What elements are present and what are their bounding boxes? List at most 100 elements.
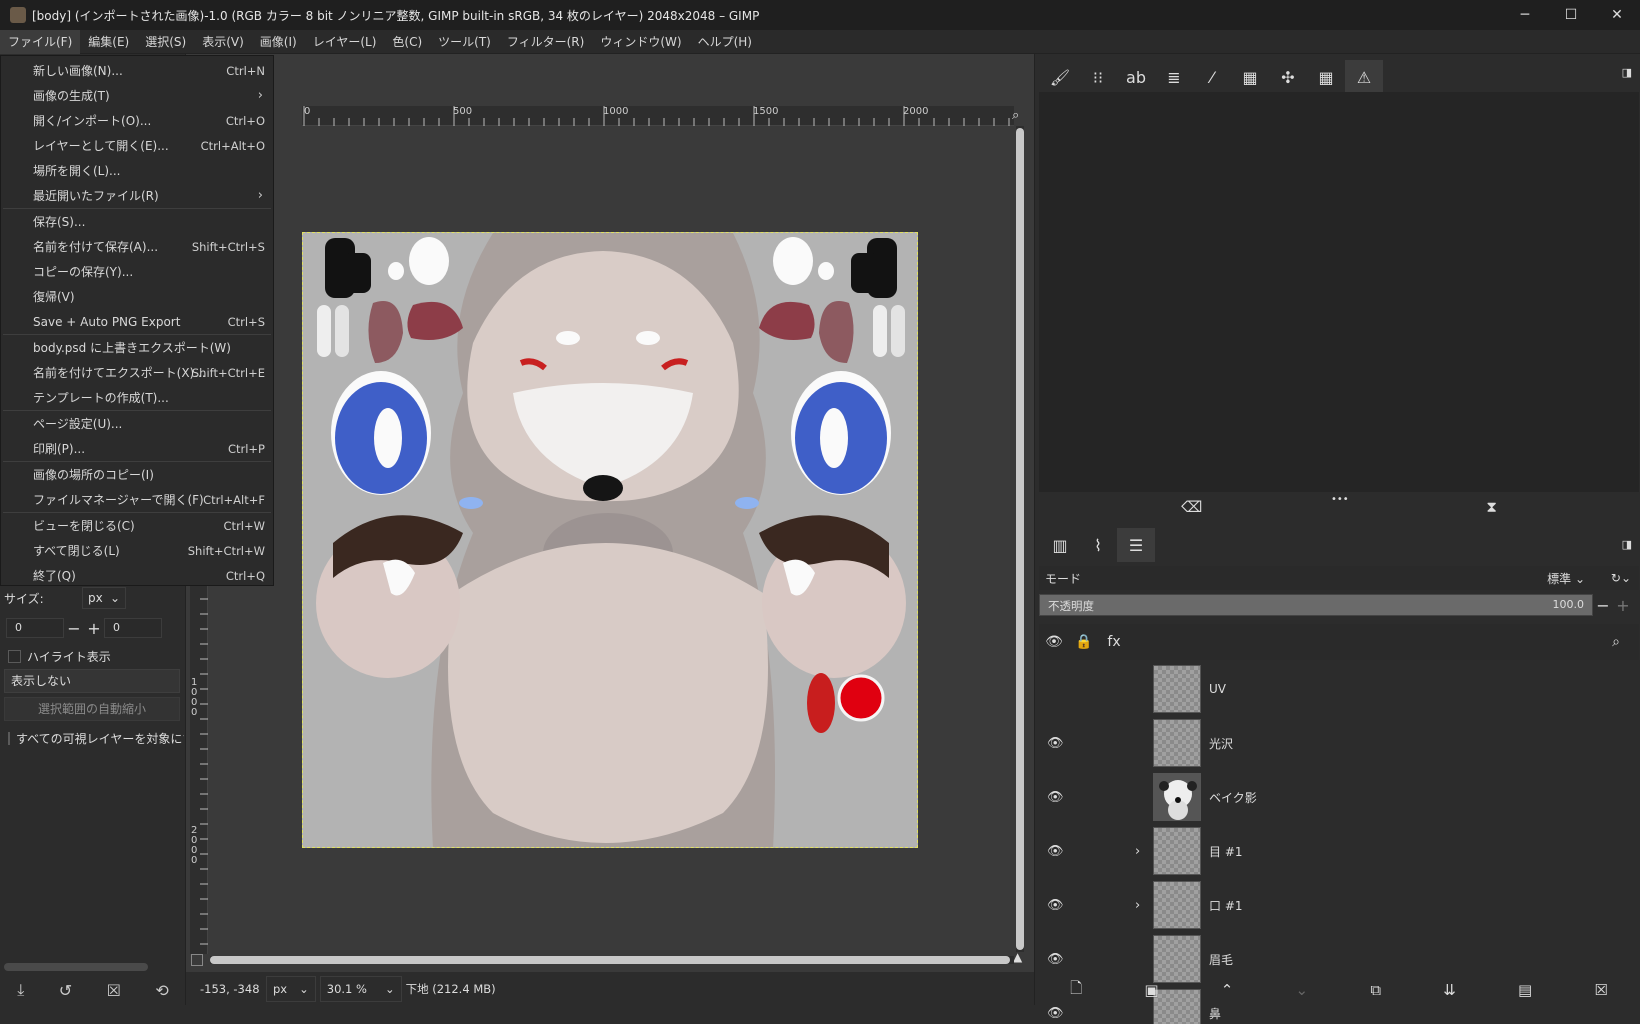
layer-name[interactable]: UV (1209, 682, 1226, 696)
vertical-scrollbar[interactable] (1016, 126, 1024, 952)
layer-name[interactable]: ベイク影 (1209, 789, 1257, 806)
layer-thumbnail[interactable] (1153, 665, 1201, 713)
visibility-eye-icon[interactable]: 👁 (1047, 790, 1067, 805)
save-options-icon[interactable]: ⤓ (17, 980, 24, 1000)
layer-row[interactable]: 👁 光沢 (1039, 716, 1639, 770)
menu-item[interactable]: ツール(T) (430, 30, 499, 54)
duplicate-layer-icon[interactable]: ⧉ (1370, 981, 1381, 999)
pattern-icon[interactable]: ⁝⁝ (1079, 60, 1117, 94)
symmetry-icon[interactable]: ✣ (1269, 60, 1307, 94)
visibility-header-icon[interactable]: 👁 (1039, 634, 1069, 650)
menu-item[interactable]: 表示(V) (194, 30, 252, 54)
fx-icon[interactable]: fx (1099, 634, 1129, 650)
brush-icon[interactable]: 🖌 (1041, 60, 1079, 94)
highlight-option[interactable]: ハイライト表示 (8, 645, 111, 667)
visibility-eye-icon[interactable]: 👁 (1047, 844, 1067, 859)
decrement-button[interactable]: − (64, 619, 84, 638)
file-menu-item[interactable]: 名前を付けて保存(A)... Shift+Ctrl+S (1, 234, 273, 259)
file-menu-item[interactable]: Save + Auto PNG Export Ctrl+S (1, 309, 273, 334)
minimize-button[interactable]: ─ (1502, 0, 1548, 30)
navigate-arrow-icon[interactable]: ▲ (1013, 950, 1022, 964)
lower-layer-icon[interactable]: ⌄ (1296, 981, 1309, 999)
file-menu-item[interactable]: 印刷(P)... Ctrl+P (1, 436, 273, 461)
visibility-eye-icon[interactable]: 👁 (1047, 1006, 1067, 1021)
menu-item[interactable]: 画像(I) (252, 30, 305, 54)
horizontal-scrollbar[interactable] (210, 956, 1014, 964)
error-console-icon[interactable]: ⚠ (1345, 60, 1383, 94)
layer-name[interactable]: 眉毛 (1209, 951, 1233, 968)
menu-item[interactable]: 選択(S) (137, 30, 194, 54)
save-console-icon[interactable]: ⧗ (1486, 498, 1497, 516)
file-menu-item[interactable]: ファイルマネージャーで開く(F) Ctrl+Alt+F (1, 487, 273, 512)
reset-options-icon[interactable]: ⟲ (155, 981, 168, 1000)
layer-name[interactable]: 鼻 (1209, 1005, 1221, 1022)
zoom-navigate-icon[interactable]: ⌕ (1012, 108, 1019, 123)
highlight-checkbox[interactable] (8, 649, 21, 663)
mask-icon[interactable]: ▤ (1518, 981, 1532, 999)
delete-layer-icon[interactable]: ☒ (1594, 981, 1607, 999)
paint-dynamics-icon[interactable]: ⁄ (1193, 60, 1231, 94)
auto-shrink-button[interactable]: 選択範囲の自動縮小 (4, 697, 180, 721)
layer-name[interactable]: 目 #1 (1209, 843, 1243, 860)
quick-mask-icon[interactable] (191, 954, 203, 966)
layer-thumbnail[interactable] (1153, 827, 1201, 875)
layers-icon[interactable]: ☰ (1117, 528, 1155, 562)
maximize-button[interactable]: ☐ (1548, 0, 1594, 30)
close-button[interactable]: ✕ (1594, 0, 1640, 30)
image-canvas[interactable] (302, 232, 918, 848)
expand-group-icon[interactable]: › (1135, 898, 1140, 913)
document-history-icon[interactable]: ≣ (1155, 60, 1193, 94)
file-menu-item[interactable]: レイヤーとして開く(E)... Ctrl+Alt+O (1, 133, 273, 158)
file-menu-item[interactable]: 画像の生成(T) › (1, 83, 273, 108)
menu-item[interactable]: レイヤー(L) (305, 30, 385, 54)
unit-select[interactable]: px ⌄ (266, 975, 316, 1002)
layer-row[interactable]: UV (1039, 662, 1639, 716)
lock-icon[interactable]: 🔒 (1069, 634, 1099, 650)
restore-options-icon[interactable]: ↺ (59, 981, 72, 1000)
size-width-field[interactable]: 0 (6, 618, 64, 638)
file-menu-item[interactable]: 画像の場所のコピー(I) (1, 462, 273, 487)
channels-icon[interactable]: ▥ (1041, 528, 1079, 562)
palette-icon[interactable]: ▦ (1307, 60, 1345, 94)
visibility-eye-icon[interactable]: 👁 (1047, 952, 1067, 967)
layer-name[interactable]: 口 #1 (1209, 897, 1243, 914)
file-menu-item[interactable]: ページ設定(U)... (1, 411, 273, 436)
increment-button[interactable]: + (1613, 596, 1633, 615)
mode-reset-icon[interactable]: ↻⌄ (1611, 571, 1631, 585)
gradient-icon[interactable]: ▦ (1231, 60, 1269, 94)
menu-item[interactable]: 編集(E) (80, 30, 137, 54)
file-menu-item[interactable]: コピーの保存(Y)... (1, 259, 273, 284)
file-menu-item[interactable]: 名前を付けてエクスポート(X)... Shift+Ctrl+E (1, 360, 273, 385)
file-menu-item[interactable]: 復帰(V) (1, 284, 273, 309)
increment-button[interactable]: + (84, 619, 104, 638)
menu-item[interactable]: ヘルプ(H) (690, 30, 760, 54)
file-menu-item[interactable]: 保存(S)... (1, 209, 273, 234)
guides-combo[interactable]: 表示しない (4, 669, 180, 693)
size-unit-select[interactable]: px ⌄ (82, 587, 126, 609)
raise-layer-icon[interactable]: ⌃ (1221, 981, 1234, 999)
layer-row[interactable]: 👁 ベイク影 (1039, 770, 1639, 824)
dock-menu-icon[interactable]: ◨ (1622, 538, 1632, 551)
visibility-eye-icon[interactable]: 👁 (1047, 736, 1067, 751)
menu-item[interactable]: ウィンドウ(W) (592, 30, 689, 54)
layer-name[interactable]: 光沢 (1209, 735, 1233, 752)
file-menu-item[interactable]: 開く/インポート(O)... Ctrl+O (1, 108, 273, 133)
font-icon[interactable]: ab (1117, 60, 1155, 94)
file-menu-item[interactable]: すべて閉じる(L) Shift+Ctrl+W (1, 538, 273, 563)
file-menu-item[interactable]: 新しい画像(N)... Ctrl+N (1, 58, 273, 83)
file-menu-item[interactable]: 終了(Q) Ctrl+Q (1, 563, 273, 588)
new-layer-icon[interactable]: 🗋 (1070, 978, 1082, 1003)
dock-menu-icon[interactable]: ◨ (1622, 66, 1632, 79)
size-height-field[interactable]: 0 (104, 618, 162, 638)
all-visible-option[interactable]: すべての可視レイヤーを対象にする (8, 727, 184, 749)
layer-thumbnail[interactable] (1153, 719, 1201, 767)
paths-icon[interactable]: ⌇ (1079, 528, 1117, 562)
file-menu-item[interactable]: テンプレートの作成(T)... (1, 385, 273, 410)
layer-thumbnail[interactable] (1153, 881, 1201, 929)
drag-handle-icon[interactable]: ••• (1331, 494, 1349, 505)
zoom-select[interactable]: 30.1 % ⌄ (319, 975, 402, 1002)
file-menu-item[interactable]: 最近開いたファイル(R) › (1, 183, 273, 208)
opacity-slider[interactable]: 不透明度 100.0 (1039, 594, 1593, 616)
scroll-thumb[interactable] (1016, 128, 1024, 950)
layer-thumbnail[interactable] (1153, 773, 1201, 821)
